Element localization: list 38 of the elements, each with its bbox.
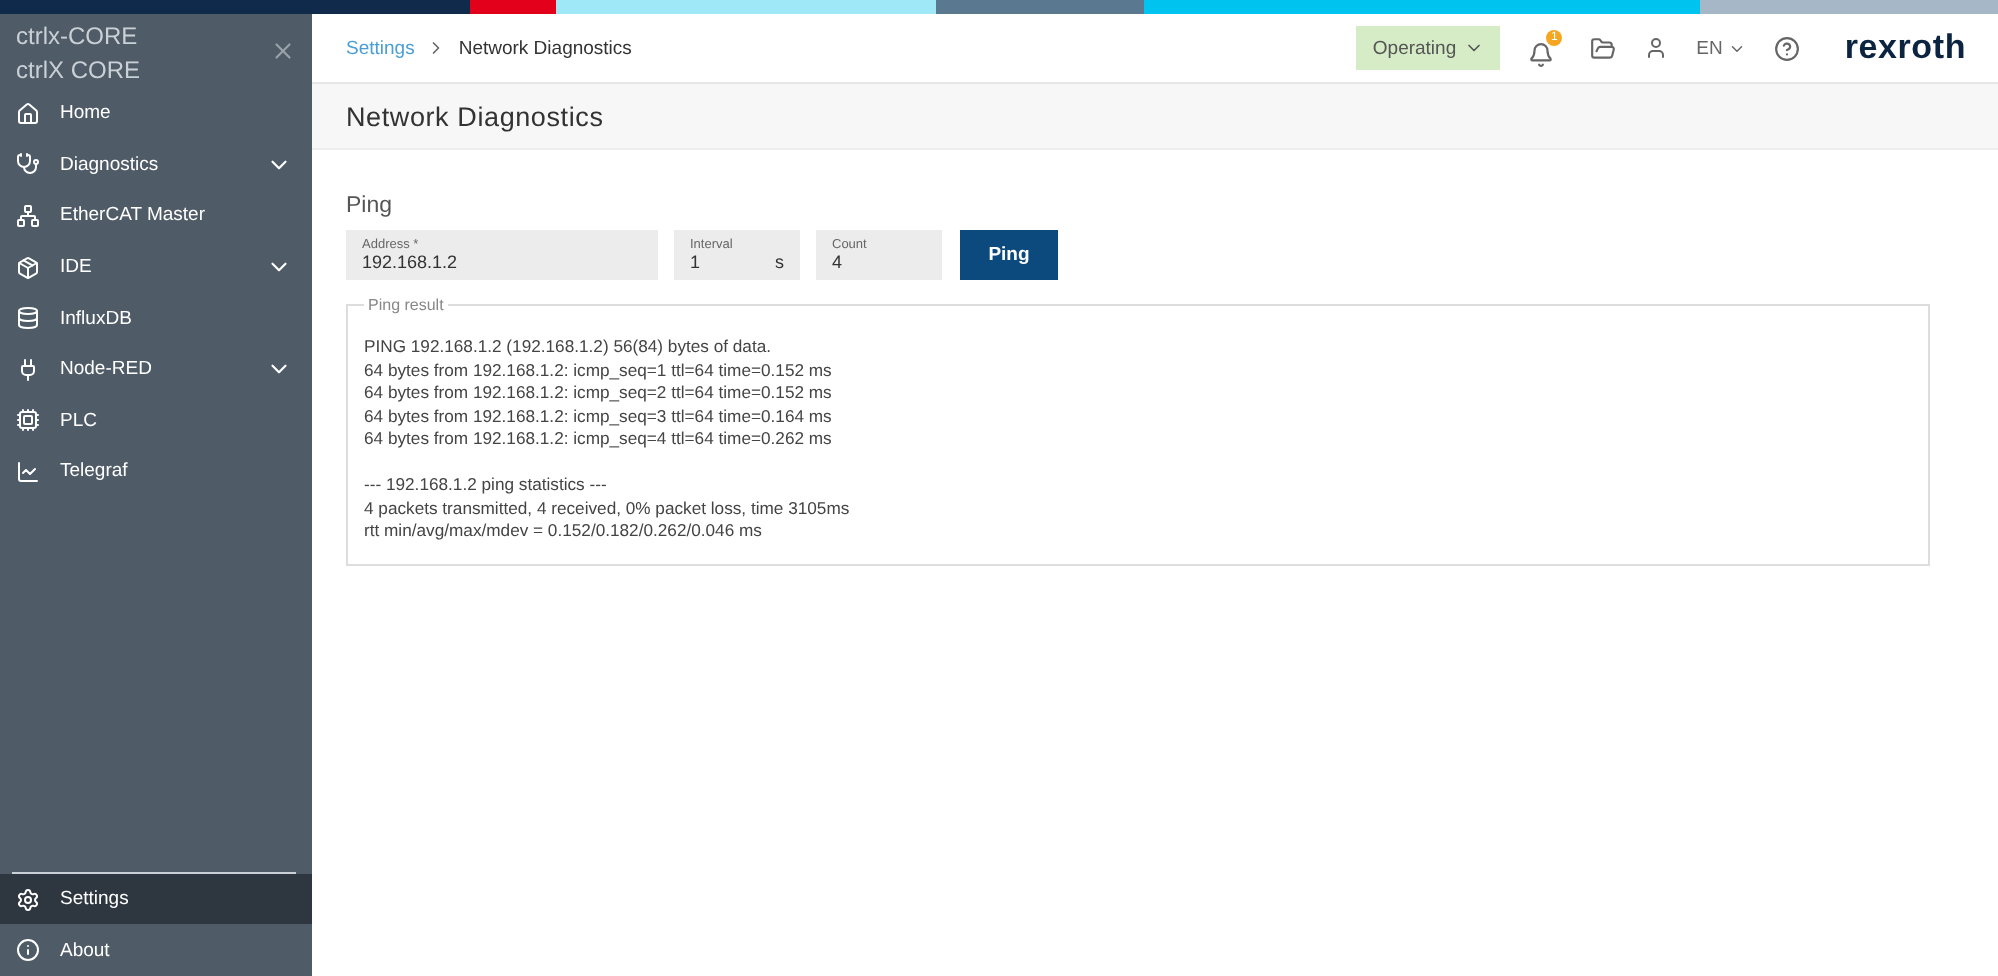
output-line: rtt min/avg/max/mdev = 0.152/0.182/0.262/0.046 ms [364,520,764,544]
section-title: Ping [346,194,395,218]
user-icon[interactable] [1644,36,1669,60]
output-line: PING 192.168.1.2 (192.168.1.2) 56(84) bytes of data. [364,336,774,360]
home-icon [16,101,40,126]
sidebar-item[interactable]: InfluxDB [0,292,312,344]
sidebar-item[interactable]: IDE [0,241,312,293]
sidebar-item[interactable]: Node-RED [0,343,312,396]
sidebar-item[interactable]: Home [0,88,312,140]
sidebar-item[interactable]: Diagnostics [0,139,312,191]
product-title: ctrlX CORE [16,54,141,88]
folder-icon[interactable] [1590,35,1617,61]
help-icon[interactable] [1774,35,1801,61]
state-dropdown[interactable]: Operating [1356,26,1501,70]
logo: rexroth [1844,28,1966,68]
sidebar-item[interactable]: About [0,924,312,976]
output-line: 4 packets transmitted, 4 received, 0% packet loss, time 3105ms [364,497,852,521]
settings-icon [16,887,40,912]
output-line: 64 bytes from 192.168.1.2: icmp_seq=4 ttl=64 time=0.262 ms [364,428,834,452]
ping-button[interactable]: Ping [960,230,1058,280]
sidebar-item[interactable]: EtherCAT Master [0,190,312,242]
breadcrumb-current: Network Diagnostics [458,37,632,59]
page-title: Network Diagnostics [346,101,604,131]
language-dropdown[interactable]: EN [1696,37,1747,59]
product-title: ctrlx-CORE [16,20,140,54]
bell-icon [1528,41,1555,67]
sidebar-item[interactable]: PLC [0,395,312,447]
result-legend: Ping result [364,296,448,314]
output-line: 64 bytes from 192.168.1.2: icmp_seq=3 ttl=64 time=0.164 ms [364,405,834,429]
info-icon [16,938,40,963]
database-icon [16,306,40,331]
sidebar-item[interactable]: Settings [0,873,312,925]
close-icon[interactable] [270,38,296,64]
output-line: --- 192.168.1.2 ping statistics --- [364,473,609,498]
output-line: 64 bytes from 192.168.1.2: icmp_seq=2 ttl=64 time=0.152 ms [364,382,834,406]
sidebar-item[interactable]: Telegraf [0,446,312,498]
chart-icon [16,459,40,484]
output-line: 64 bytes from 192.168.1.2: icmp_seq=1 ttl=64 time=0.152 ms [364,359,834,383]
